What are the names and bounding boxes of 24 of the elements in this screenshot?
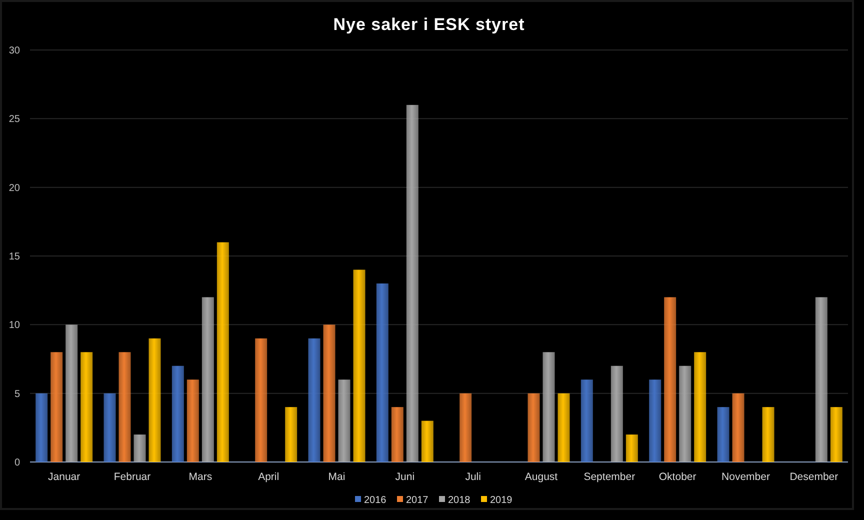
y-tick-label: 15 — [8, 252, 20, 262]
x-axis-label: Desember — [790, 471, 838, 483]
x-axis-label: Juni — [395, 471, 415, 483]
legend-label: 2017 — [406, 495, 428, 506]
chart-title: Nye saker i ESK styret — [333, 15, 525, 34]
x-axis-label: August — [524, 471, 558, 483]
y-tick-label: 20 — [8, 182, 20, 194]
legend-label: 2018 — [448, 495, 470, 506]
legend-label: 2019 — [490, 495, 512, 506]
y-tick-label: 10 — [8, 320, 20, 332]
x-axis-label: Mars — [188, 471, 212, 483]
x-axis-label: September — [584, 471, 636, 483]
y-tick-label: 5 — [14, 388, 20, 400]
x-axis-label: Juli — [465, 471, 481, 483]
x-axis-label: April — [258, 471, 280, 483]
y-tick-label: 0 — [14, 458, 20, 468]
x-axis-label: Oktober — [658, 471, 696, 483]
legend-label: 2016 — [364, 495, 386, 506]
x-axis-label: Mai — [328, 471, 346, 483]
x-axis-label: Februar — [114, 471, 151, 483]
y-tick-label: 30 — [8, 46, 20, 56]
x-axis-label: November — [722, 471, 770, 483]
x-axis-label: Januar — [48, 471, 80, 483]
y-tick-label: 25 — [8, 114, 20, 126]
